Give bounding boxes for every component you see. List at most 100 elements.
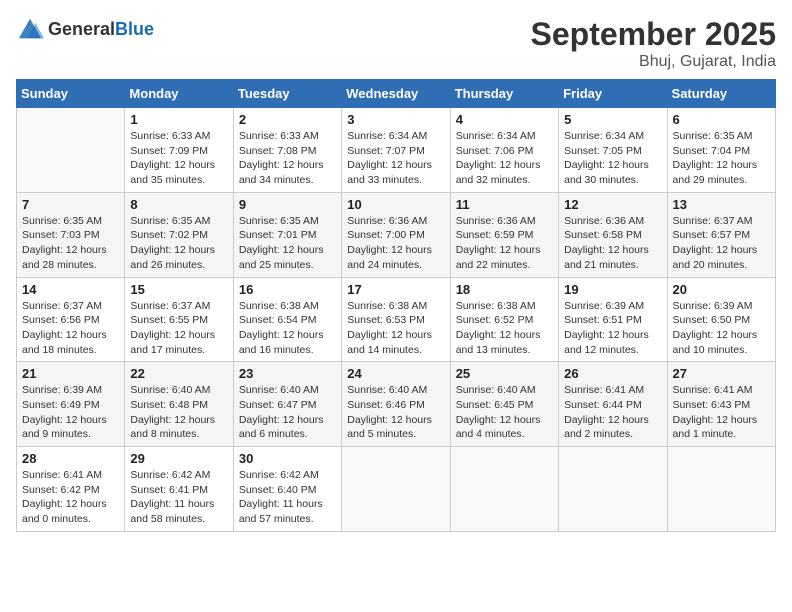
calendar-cell: 8Sunrise: 6:35 AMSunset: 7:02 PMDaylight… xyxy=(125,192,233,277)
cell-content: Sunrise: 6:35 AMSunset: 7:02 PMDaylight:… xyxy=(130,214,227,273)
cell-content: Sunrise: 6:34 AMSunset: 7:07 PMDaylight:… xyxy=(347,129,444,188)
calendar-cell: 1 Sunrise: 6:33 AMSunset: 7:09 PMDaylight… xyxy=(125,108,233,193)
calendar-week-3: 14 Sunrise: 6:37 AMSunset: 6:56 PMDayligh… xyxy=(17,277,776,362)
calendar-cell: 25 Sunrise: 6:40 AMSunset: 6:45 PMDayligh… xyxy=(450,362,558,447)
calendar-cell: 24 Sunrise: 6:40 AMSunset: 6:46 PMDayligh… xyxy=(342,362,450,447)
calendar-week-2: 7 Sunrise: 6:35 AMSunset: 7:03 PMDaylight… xyxy=(17,192,776,277)
cell-content: Sunrise: 6:35 AMSunset: 7:03 PMDaylight:… xyxy=(22,214,119,273)
calendar-cell: 6Sunrise: 6:35 AMSunset: 7:04 PMDaylight… xyxy=(667,108,775,193)
cell-content: Sunrise: 6:37 AMSunset: 6:55 PMDaylight:… xyxy=(130,299,227,358)
logo-icon xyxy=(16,16,44,44)
day-number: 29 xyxy=(130,451,227,466)
cell-content: Sunrise: 6:39 AMSunset: 6:49 PMDaylight:… xyxy=(22,383,119,442)
cell-content: Sunrise: 6:37 AMSunset: 6:56 PMDaylight:… xyxy=(22,299,119,358)
day-number: 30 xyxy=(239,451,336,466)
calendar-table: SundayMondayTuesdayWednesdayThursdayFrid… xyxy=(16,79,776,532)
page-header: GeneralBlue September 2025 Bhuj, Gujarat… xyxy=(16,16,776,71)
calendar-cell xyxy=(342,447,450,532)
header-day-monday: Monday xyxy=(125,80,233,108)
day-number: 12 xyxy=(564,197,661,212)
day-number: 24 xyxy=(347,366,444,381)
calendar-cell: 11Sunrise: 6:36 AMSunset: 6:59 PMDayligh… xyxy=(450,192,558,277)
day-number: 22 xyxy=(130,366,227,381)
cell-content: Sunrise: 6:33 AMSunset: 7:09 PMDaylight:… xyxy=(130,129,227,188)
day-number: 4 xyxy=(456,112,553,127)
day-number: 10 xyxy=(347,197,444,212)
cell-content: Sunrise: 6:39 AMSunset: 6:51 PMDaylight:… xyxy=(564,299,661,358)
calendar-cell: 19Sunrise: 6:39 AMSunset: 6:51 PMDayligh… xyxy=(559,277,667,362)
day-number: 21 xyxy=(22,366,119,381)
calendar-cell: 5 Sunrise: 6:34 AMSunset: 7:05 PMDaylight… xyxy=(559,108,667,193)
calendar-cell: 29 Sunrise: 6:42 AMSunset: 6:41 PMDayligh… xyxy=(125,447,233,532)
cell-content: Sunrise: 6:37 AMSunset: 6:57 PMDaylight:… xyxy=(673,214,770,273)
calendar-cell: 27Sunrise: 6:41 AMSunset: 6:43 PMDayligh… xyxy=(667,362,775,447)
day-number: 3 xyxy=(347,112,444,127)
month-title: September 2025 xyxy=(531,16,776,53)
day-number: 13 xyxy=(673,197,770,212)
calendar-cell: 4Sunrise: 6:34 AMSunset: 7:06 PMDaylight… xyxy=(450,108,558,193)
header-day-friday: Friday xyxy=(559,80,667,108)
calendar-cell xyxy=(17,108,125,193)
day-number: 16 xyxy=(239,282,336,297)
day-number: 18 xyxy=(456,282,553,297)
day-number: 5 xyxy=(564,112,661,127)
day-number: 17 xyxy=(347,282,444,297)
calendar-cell: 20 Sunrise: 6:39 AMSunset: 6:50 PMDayligh… xyxy=(667,277,775,362)
cell-content: Sunrise: 6:42 AMSunset: 6:40 PMDaylight:… xyxy=(239,468,336,527)
day-number: 2 xyxy=(239,112,336,127)
cell-content: Sunrise: 6:33 AMSunset: 7:08 PMDaylight:… xyxy=(239,129,336,188)
day-number: 9 xyxy=(239,197,336,212)
cell-content: Sunrise: 6:34 AMSunset: 7:05 PMDaylight:… xyxy=(564,129,661,188)
calendar-cell: 3 Sunrise: 6:34 AMSunset: 7:07 PMDaylight… xyxy=(342,108,450,193)
calendar-cell: 26 Sunrise: 6:41 AMSunset: 6:44 PMDayligh… xyxy=(559,362,667,447)
calendar-cell: 12 Sunrise: 6:36 AMSunset: 6:58 PMDayligh… xyxy=(559,192,667,277)
calendar-cell: 21 Sunrise: 6:39 AMSunset: 6:49 PMDayligh… xyxy=(17,362,125,447)
cell-content: Sunrise: 6:36 AMSunset: 7:00 PMDaylight:… xyxy=(347,214,444,273)
day-number: 25 xyxy=(456,366,553,381)
calendar-cell: 9 Sunrise: 6:35 AMSunset: 7:01 PMDaylight… xyxy=(233,192,341,277)
cell-content: Sunrise: 6:39 AMSunset: 6:50 PMDaylight:… xyxy=(673,299,770,358)
cell-content: Sunrise: 6:38 AMSunset: 6:53 PMDaylight:… xyxy=(347,299,444,358)
day-number: 20 xyxy=(673,282,770,297)
calendar-cell: 18 Sunrise: 6:38 AMSunset: 6:52 PMDayligh… xyxy=(450,277,558,362)
logo: GeneralBlue xyxy=(16,16,154,44)
header-day-tuesday: Tuesday xyxy=(233,80,341,108)
calendar-cell: 13 Sunrise: 6:37 AMSunset: 6:57 PMDayligh… xyxy=(667,192,775,277)
cell-content: Sunrise: 6:41 AMSunset: 6:44 PMDaylight:… xyxy=(564,383,661,442)
cell-content: Sunrise: 6:41 AMSunset: 6:42 PMDaylight:… xyxy=(22,468,119,527)
cell-content: Sunrise: 6:36 AMSunset: 6:58 PMDaylight:… xyxy=(564,214,661,273)
calendar-cell: 28 Sunrise: 6:41 AMSunset: 6:42 PMDayligh… xyxy=(17,447,125,532)
cell-content: Sunrise: 6:38 AMSunset: 6:54 PMDaylight:… xyxy=(239,299,336,358)
calendar-cell: 23 Sunrise: 6:40 AMSunset: 6:47 PMDayligh… xyxy=(233,362,341,447)
calendar-cell: 15 Sunrise: 6:37 AMSunset: 6:55 PMDayligh… xyxy=(125,277,233,362)
day-number: 14 xyxy=(22,282,119,297)
cell-content: Sunrise: 6:35 AMSunset: 7:01 PMDaylight:… xyxy=(239,214,336,273)
day-number: 26 xyxy=(564,366,661,381)
cell-content: Sunrise: 6:38 AMSunset: 6:52 PMDaylight:… xyxy=(456,299,553,358)
day-number: 23 xyxy=(239,366,336,381)
calendar-header-row: SundayMondayTuesdayWednesdayThursdayFrid… xyxy=(17,80,776,108)
cell-content: Sunrise: 6:42 AMSunset: 6:41 PMDaylight:… xyxy=(130,468,227,527)
cell-content: Sunrise: 6:40 AMSunset: 6:46 PMDaylight:… xyxy=(347,383,444,442)
day-number: 7 xyxy=(22,197,119,212)
calendar-cell: 7 Sunrise: 6:35 AMSunset: 7:03 PMDaylight… xyxy=(17,192,125,277)
header-day-thursday: Thursday xyxy=(450,80,558,108)
header-day-sunday: Sunday xyxy=(17,80,125,108)
day-number: 28 xyxy=(22,451,119,466)
logo-general: GeneralBlue xyxy=(48,20,154,40)
cell-content: Sunrise: 6:40 AMSunset: 6:47 PMDaylight:… xyxy=(239,383,336,442)
day-number: 15 xyxy=(130,282,227,297)
header-day-wednesday: Wednesday xyxy=(342,80,450,108)
calendar-week-5: 28 Sunrise: 6:41 AMSunset: 6:42 PMDayligh… xyxy=(17,447,776,532)
cell-content: Sunrise: 6:40 AMSunset: 6:45 PMDaylight:… xyxy=(456,383,553,442)
cell-content: Sunrise: 6:41 AMSunset: 6:43 PMDaylight:… xyxy=(673,383,770,442)
cell-content: Sunrise: 6:35 AMSunset: 7:04 PMDaylight:… xyxy=(673,129,770,188)
day-number: 1 xyxy=(130,112,227,127)
calendar-cell: 2 Sunrise: 6:33 AMSunset: 7:08 PMDaylight… xyxy=(233,108,341,193)
calendar-cell: 16 Sunrise: 6:38 AMSunset: 6:54 PMDayligh… xyxy=(233,277,341,362)
header-day-saturday: Saturday xyxy=(667,80,775,108)
calendar-cell: 17 Sunrise: 6:38 AMSunset: 6:53 PMDayligh… xyxy=(342,277,450,362)
calendar-cell xyxy=(667,447,775,532)
calendar-week-1: 1 Sunrise: 6:33 AMSunset: 7:09 PMDaylight… xyxy=(17,108,776,193)
calendar-cell: 30 Sunrise: 6:42 AMSunset: 6:40 PMDayligh… xyxy=(233,447,341,532)
